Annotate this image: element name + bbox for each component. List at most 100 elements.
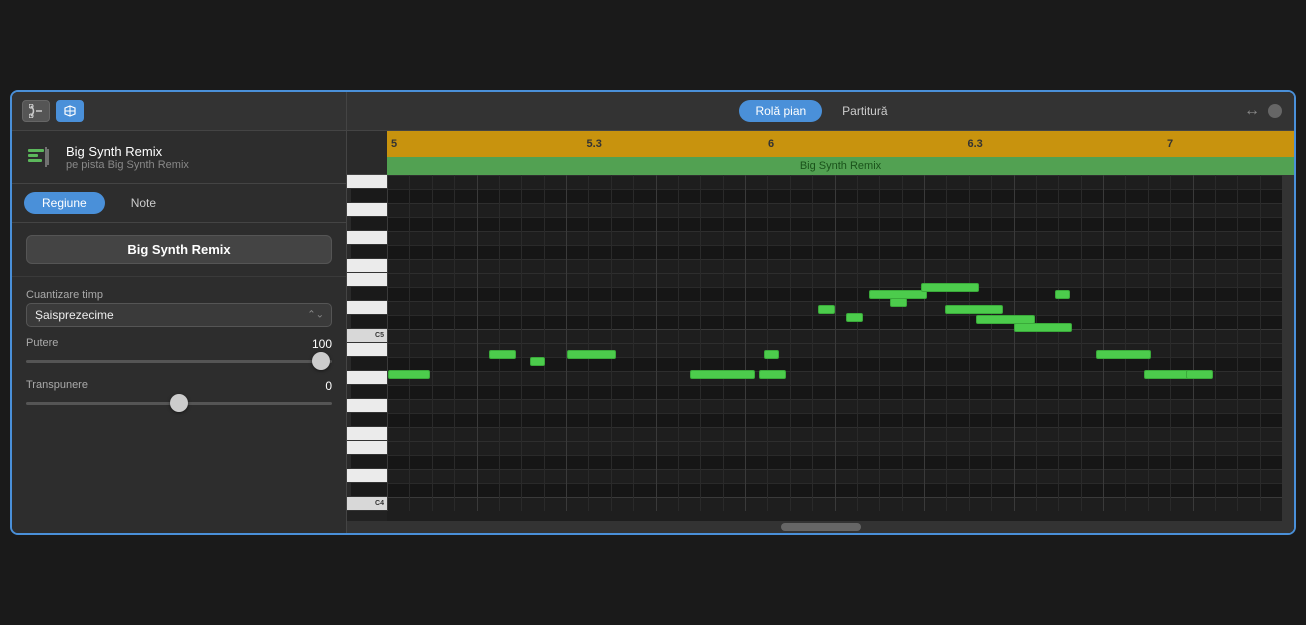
grid-vertical-line: [544, 175, 545, 511]
piano-key[interactable]: [347, 469, 387, 483]
quantize-dropdown-wrapper: Șaisprezecime ⌃⌄: [26, 303, 332, 327]
track-info: Big Synth Remix pe pista Big Synth Remix: [12, 131, 346, 184]
resize-icon[interactable]: ↔: [1244, 102, 1260, 120]
scrollbar-thumb[interactable]: [781, 523, 861, 531]
horizontal-scrollbar[interactable]: [347, 521, 1294, 533]
ruler-region-col: 5 5.3 6 6.3 7 Big Synth Remix: [387, 131, 1294, 175]
grid-vertical-line: [790, 175, 791, 511]
piano-key[interactable]: [347, 455, 387, 469]
region-bar-label: Big Synth Remix: [800, 160, 881, 172]
track-subtitle: pe pista Big Synth Remix: [66, 159, 189, 171]
note-block[interactable]: [945, 305, 1004, 314]
piano-key[interactable]: [347, 427, 387, 441]
piano-key[interactable]: [347, 315, 387, 329]
piano-keys: C5 C4: [347, 175, 387, 521]
note-block[interactable]: [1144, 370, 1189, 379]
piano-key[interactable]: [347, 259, 387, 273]
track-icon: [24, 141, 56, 173]
grid-vertical-line: [1014, 175, 1015, 511]
piano-key[interactable]: [347, 357, 387, 371]
note-block[interactable]: [1186, 370, 1214, 379]
note-block[interactable]: [846, 313, 863, 322]
grid-vertical-line: [1148, 175, 1149, 511]
note-block[interactable]: [1014, 323, 1073, 332]
piano-key[interactable]: [347, 245, 387, 259]
grid-vertical-line: [1058, 175, 1059, 511]
ruler-piano-spacer: [347, 131, 387, 175]
grid-vertical-line: [812, 175, 813, 511]
power-slider-thumb[interactable]: [312, 352, 330, 370]
piano-key[interactable]: [347, 203, 387, 217]
note-block[interactable]: [567, 350, 615, 359]
piano-roll-header: Rolă pian Partitură ↔: [347, 92, 1294, 131]
ruler-mark-5-3: 5.3: [587, 138, 602, 150]
grid-vertical-line: [700, 175, 701, 511]
transpose-value: 0: [325, 379, 332, 393]
note-block[interactable]: [1096, 350, 1151, 359]
note-block[interactable]: [759, 370, 787, 379]
piano-roll-tab[interactable]: Rolă pian: [739, 100, 822, 122]
score-tab[interactable]: Partitură: [826, 100, 903, 122]
piano-key[interactable]: [347, 483, 387, 497]
power-row: Putere 100: [26, 337, 332, 351]
piano-key[interactable]: [347, 441, 387, 455]
piano-key[interactable]: [347, 301, 387, 315]
track-text: Big Synth Remix pe pista Big Synth Remix: [66, 144, 189, 171]
vertical-scrollbar[interactable]: [1282, 175, 1294, 521]
transpose-slider[interactable]: [26, 395, 332, 411]
grid-vertical-line: [1081, 175, 1082, 511]
note-block[interactable]: [388, 370, 429, 379]
note-block[interactable]: [690, 370, 755, 379]
ruler-mark-6: 6: [768, 138, 774, 150]
timeline-ruler: 5 5.3 6 6.3 7: [387, 131, 1294, 157]
region-name-button[interactable]: Big Synth Remix: [26, 235, 332, 264]
header-dot: [1268, 104, 1282, 118]
note-block[interactable]: [818, 305, 835, 314]
quantize-select[interactable]: Șaisprezecime: [26, 303, 332, 327]
grid-vertical-line: [432, 175, 433, 511]
piano-key[interactable]: [347, 399, 387, 413]
grid-vertical-line: [902, 175, 903, 511]
note-block[interactable]: [890, 298, 907, 307]
piano-key[interactable]: [347, 217, 387, 231]
piano-key[interactable]: [347, 371, 387, 385]
note-grid[interactable]: [387, 175, 1282, 511]
note-tab[interactable]: Note: [113, 192, 174, 214]
grid-vertical-line: [611, 175, 612, 511]
scissors-tool-button[interactable]: [22, 100, 50, 122]
grid-vertical-line: [767, 175, 768, 511]
grid-vertical-line: [499, 175, 500, 511]
header-right-controls: ↔: [1244, 102, 1282, 120]
note-block[interactable]: [921, 283, 980, 292]
grid-vertical-line: [1103, 175, 1104, 511]
piano-key[interactable]: [347, 231, 387, 245]
note-block[interactable]: [530, 357, 545, 366]
piano-key[interactable]: [347, 343, 387, 357]
grid-vertical-line: [835, 175, 836, 511]
midi-tool-button[interactable]: [56, 100, 84, 122]
power-slider-track: [26, 360, 332, 363]
piano-key[interactable]: [347, 273, 387, 287]
power-slider[interactable]: [26, 353, 332, 369]
note-block[interactable]: [1055, 290, 1070, 299]
grid-vertical-line: [1237, 175, 1238, 511]
piano-key[interactable]: C5: [347, 329, 387, 343]
toolbar: [12, 92, 346, 131]
piano-key[interactable]: [347, 189, 387, 203]
quantize-param: Cuantizare timp Șaisprezecime ⌃⌄: [26, 289, 332, 327]
piano-key[interactable]: [347, 287, 387, 301]
piano-key[interactable]: C4: [347, 497, 387, 511]
piano-key[interactable]: [347, 175, 387, 189]
note-block[interactable]: [489, 350, 517, 359]
grid-vertical-line: [1193, 175, 1194, 511]
left-panel: Big Synth Remix pe pista Big Synth Remix…: [12, 92, 347, 533]
transpose-slider-thumb[interactable]: [170, 394, 188, 412]
piano-grid-wrapper: C5 C4: [347, 175, 1294, 521]
power-label: Putere: [26, 337, 58, 349]
grid-vertical-line: [387, 175, 388, 511]
note-block[interactable]: [764, 350, 779, 359]
region-tab[interactable]: Regiune: [24, 192, 105, 214]
piano-key[interactable]: [347, 385, 387, 399]
piano-key[interactable]: [347, 413, 387, 427]
grid-vertical-line: [1036, 175, 1037, 511]
